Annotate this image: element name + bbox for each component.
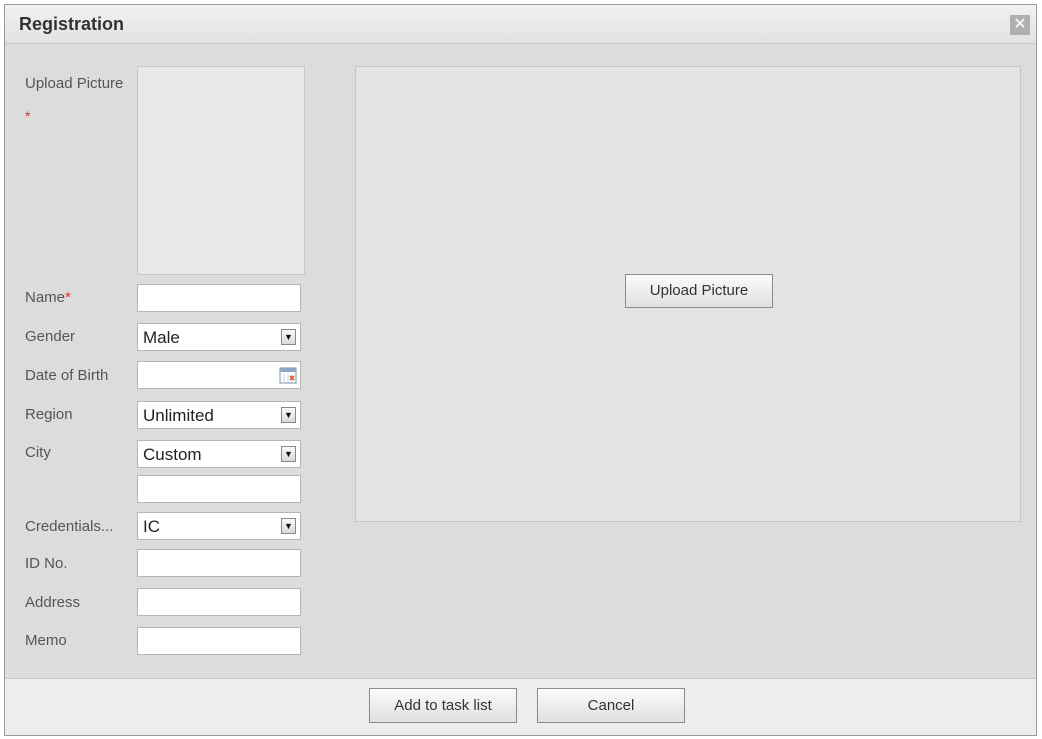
region-select[interactable]: Unlimited ▼ — [137, 401, 301, 429]
city-label: City — [25, 444, 51, 461]
credentials-label: Credentials... — [25, 518, 114, 535]
chevron-down-icon[interactable]: ▼ — [281, 518, 296, 534]
city-value: Custom — [143, 445, 202, 464]
gender-label: Gender — [25, 328, 76, 345]
dob-input[interactable] — [137, 361, 301, 389]
picture-preview-area: Upload Picture — [355, 66, 1021, 522]
city-custom-input[interactable] — [137, 475, 301, 503]
credentials-value: IC — [143, 517, 160, 536]
add-to-task-list-button[interactable]: Add to task list — [369, 688, 517, 723]
chevron-down-icon[interactable]: ▼ — [281, 329, 296, 345]
close-icon[interactable]: ✕ — [1010, 15, 1030, 35]
cancel-button[interactable]: Cancel — [537, 688, 685, 723]
credentials-select[interactable]: IC ▼ — [137, 512, 301, 540]
address-input[interactable] — [137, 588, 301, 616]
calendar-icon[interactable] — [279, 366, 297, 384]
id-no-label: ID No. — [25, 555, 68, 572]
memo-input[interactable] — [137, 627, 301, 655]
dob-label: Date of Birth — [25, 367, 109, 384]
id-no-input[interactable] — [137, 549, 301, 577]
gender-value: Male — [143, 328, 180, 347]
region-value: Unlimited — [143, 406, 214, 425]
dialog-title: Registration — [19, 14, 125, 34]
picture-thumbnail — [137, 66, 305, 275]
upload-picture-button[interactable]: Upload Picture — [625, 274, 773, 308]
upload-picture-label: Upload Picture — [25, 75, 124, 92]
memo-label: Memo — [25, 632, 67, 649]
gender-select[interactable]: Male ▼ — [137, 323, 301, 351]
dialog-titlebar: Registration ✕ — [5, 5, 1036, 44]
name-input[interactable] — [137, 284, 301, 312]
name-label: Name* — [25, 289, 71, 306]
region-label: Region — [25, 406, 73, 423]
upload-picture-required-mark: * — [25, 108, 31, 124]
name-required-mark: * — [65, 289, 71, 306]
chevron-down-icon[interactable]: ▼ — [281, 407, 296, 423]
dialog-footer: Add to task list Cancel — [5, 678, 1036, 735]
dialog-body: Upload Picture * Name* Gender Male ▼ Dat… — [5, 44, 1036, 679]
address-label: Address — [25, 594, 81, 611]
chevron-down-icon[interactable]: ▼ — [281, 446, 296, 462]
registration-dialog: Registration ✕ Upload Picture * Name* Ge… — [4, 4, 1037, 736]
city-select[interactable]: Custom ▼ — [137, 440, 301, 468]
